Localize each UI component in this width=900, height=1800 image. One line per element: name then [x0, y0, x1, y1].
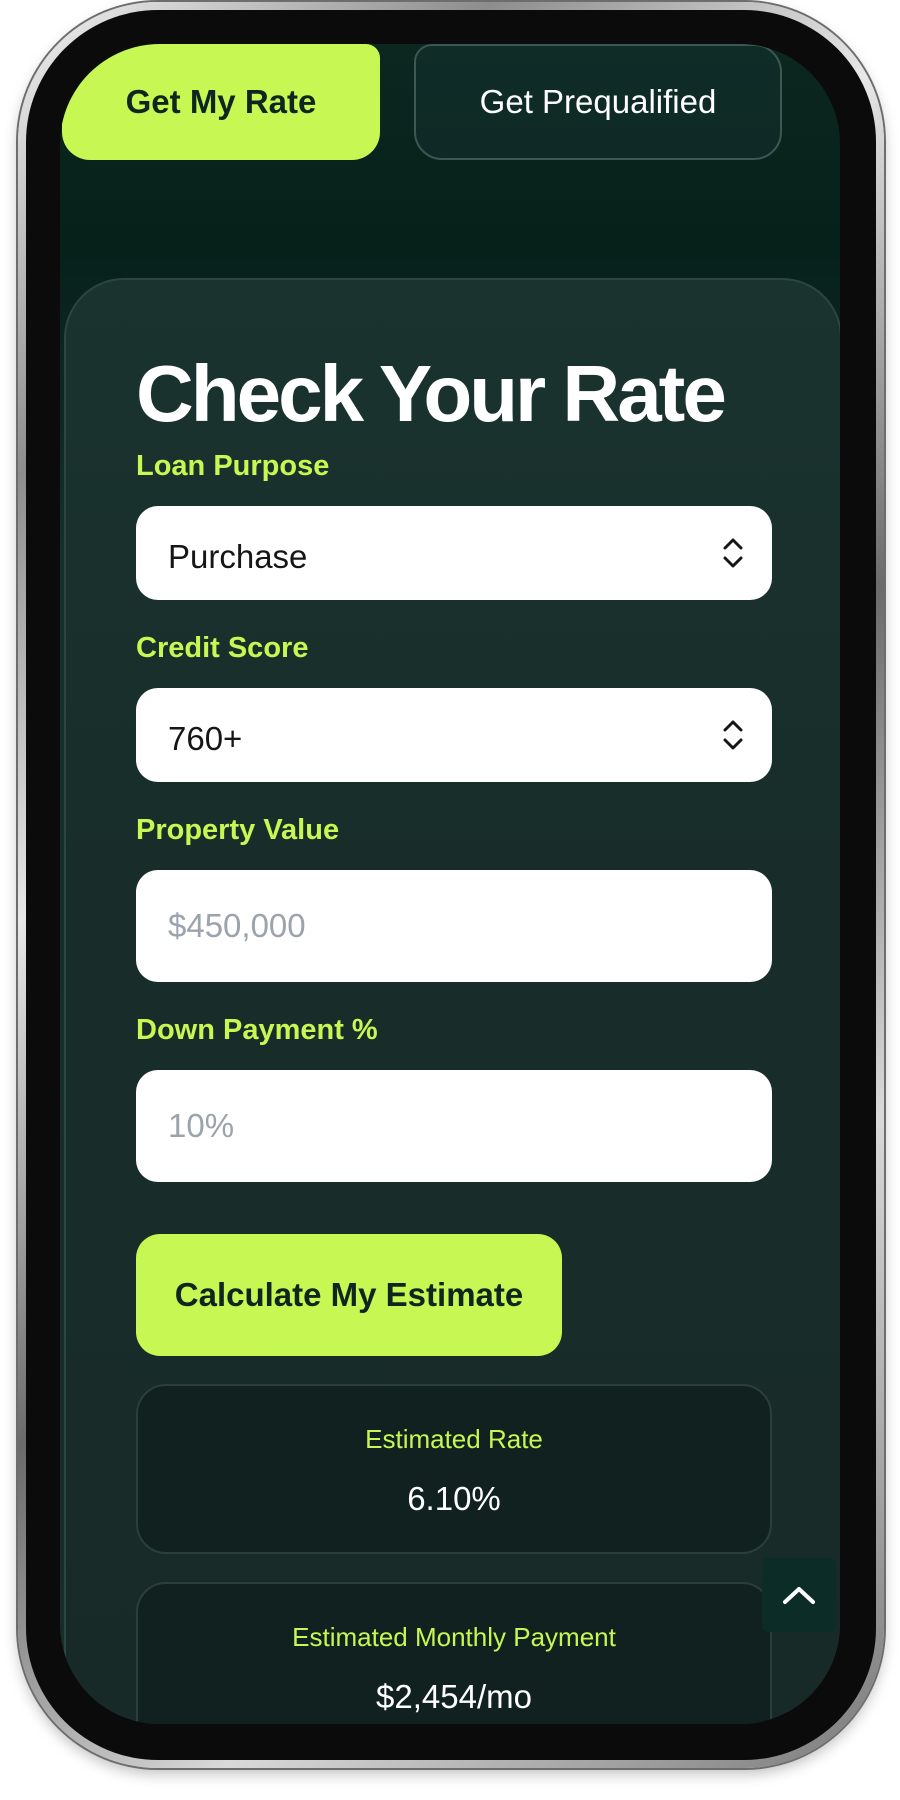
- credit-score-value: 760+: [168, 720, 243, 757]
- scroll-to-top-button[interactable]: [762, 1558, 836, 1632]
- credit-score-select[interactable]: 760+: [136, 688, 772, 782]
- estimated-rate-label: Estimated Rate: [365, 1424, 543, 1454]
- tab-get-prequalified-label: Get Prequalified: [479, 83, 717, 120]
- down-payment-label: Down Payment %: [136, 1014, 378, 1046]
- property-value-label: Property Value: [136, 814, 340, 846]
- estimated-rate-card: Estimated Rate 6.10%: [136, 1384, 772, 1554]
- tab-get-my-rate-label: Get My Rate: [125, 83, 317, 120]
- loan-purpose-select[interactable]: Purchase: [136, 506, 772, 600]
- calculate-estimate-button[interactable]: Calculate My Estimate: [136, 1234, 562, 1356]
- loan-purpose-value: Purchase: [168, 538, 308, 575]
- property-value-field: [136, 870, 772, 982]
- chevron-up-down-icon: [723, 538, 743, 568]
- screen: Get My Rate Get Prequalified Check Your …: [60, 44, 840, 1724]
- tab-get-my-rate[interactable]: Get My Rate: [62, 44, 380, 160]
- down-payment-field: [136, 1070, 772, 1182]
- estimated-payment-label: Estimated Monthly Payment: [292, 1622, 616, 1652]
- page-title: Check Your Rate: [136, 349, 727, 438]
- loan-purpose-label: Loan Purpose: [136, 450, 330, 482]
- chevron-up-down-icon: [723, 720, 743, 750]
- credit-score-label: Credit Score: [136, 632, 309, 664]
- estimated-payment-card: Estimated Monthly Payment $2,454/mo: [136, 1582, 772, 1724]
- estimated-payment-value: $2,454/mo: [376, 1678, 532, 1715]
- tab-get-prequalified[interactable]: Get Prequalified: [414, 44, 782, 160]
- estimated-rate-value: 6.10%: [407, 1480, 501, 1517]
- chevron-up-icon: [783, 1587, 815, 1604]
- property-value-input[interactable]: [136, 870, 772, 982]
- down-payment-input[interactable]: [136, 1070, 772, 1182]
